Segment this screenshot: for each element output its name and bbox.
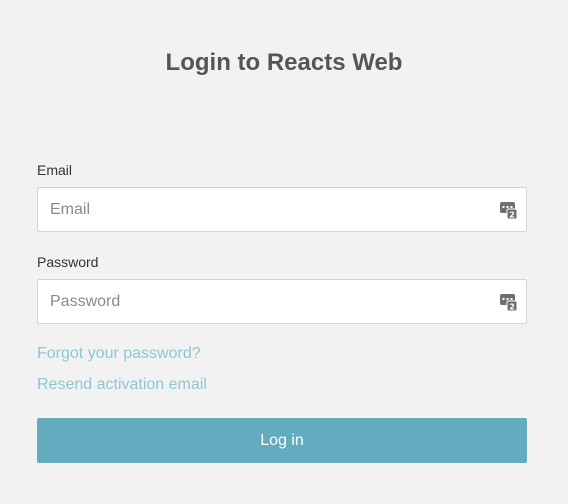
svg-text:2: 2 bbox=[509, 302, 515, 311]
password-field-container: 2 bbox=[37, 279, 527, 324]
email-input[interactable] bbox=[38, 188, 526, 231]
email-field-container: 2 bbox=[37, 187, 527, 232]
resend-activation-link[interactable]: Resend activation email bbox=[37, 374, 207, 396]
password-label: Password bbox=[37, 254, 99, 270]
password-manager-key-icon[interactable]: 2 bbox=[500, 293, 517, 311]
password-manager-key-icon[interactable]: 2 bbox=[500, 201, 517, 219]
login-form: Email 2 Password 2 Forgot your password?… bbox=[37, 160, 527, 463]
email-label: Email bbox=[37, 162, 73, 178]
help-links: Forgot your password? Resend activation … bbox=[37, 343, 527, 396]
login-button[interactable]: Log in bbox=[37, 418, 527, 463]
svg-text:2: 2 bbox=[509, 210, 515, 219]
page-title: Login to Reacts Web bbox=[165, 49, 403, 76]
forgot-password-link[interactable]: Forgot your password? bbox=[37, 343, 201, 365]
password-input[interactable] bbox=[38, 280, 526, 323]
